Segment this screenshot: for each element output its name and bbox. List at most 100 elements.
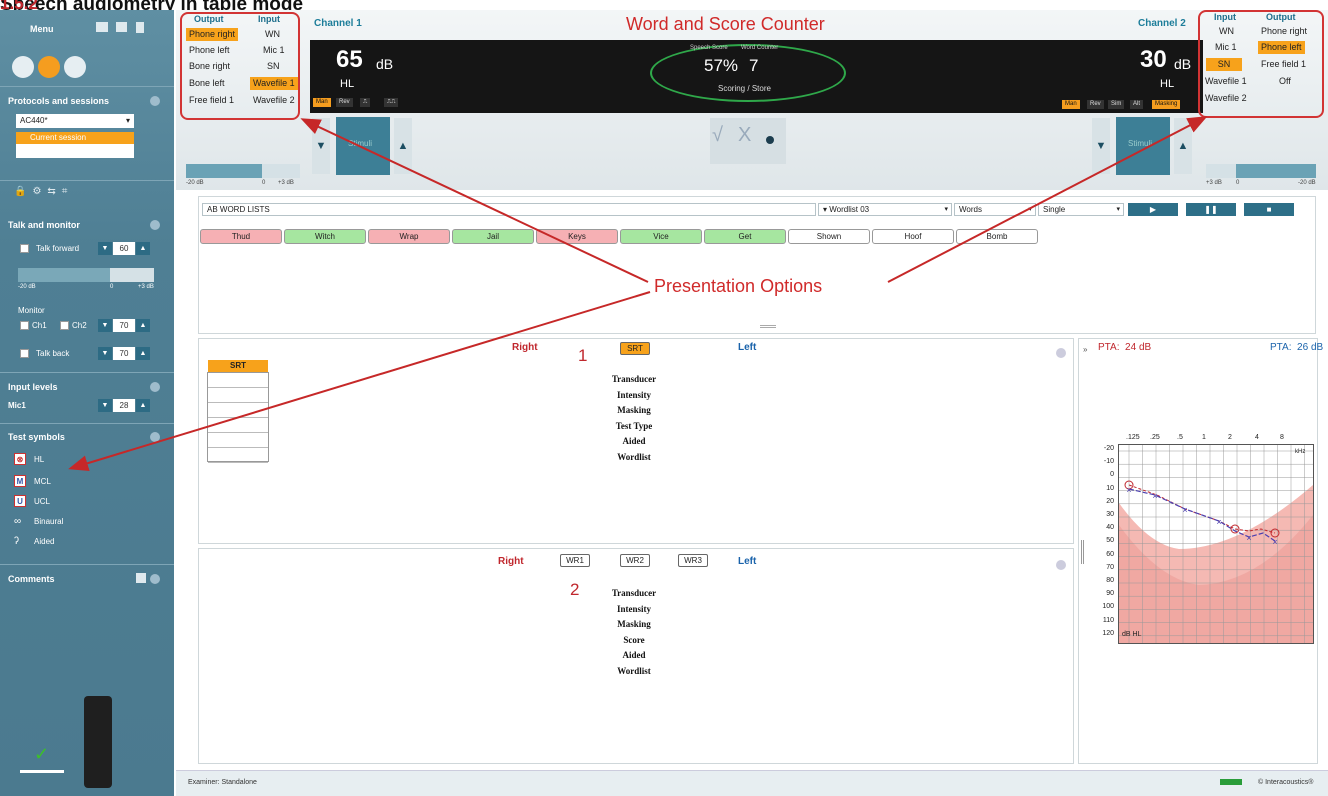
ch1-rev-button[interactable]: Rev [336,98,353,107]
symbol-binaural[interactable]: ∞ Binaural [14,514,63,528]
word-button[interactable]: Get [704,229,786,244]
word-button[interactable]: Keys [536,229,618,244]
scoring-store: Scoring / Store [718,84,771,93]
talk-back-stepper[interactable]: ▼ 70 ▲ [98,347,150,360]
talk-back-checkbox[interactable] [20,349,29,358]
mic-value[interactable]: 28 [113,399,135,412]
ch1-level-up-button[interactable]: ▲ [394,118,412,174]
exit-icon[interactable] [136,22,144,33]
word-button[interactable]: Hoof [872,229,954,244]
record-icon[interactable] [766,136,774,144]
correct-icon[interactable]: √ [712,124,723,147]
wr1-tab[interactable]: WR1 [560,554,590,567]
collapse-icon[interactable] [150,382,160,392]
level-label: 40 [1106,524,1114,532]
collapse-icon[interactable] [150,96,160,106]
play-button[interactable]: ▶ [1128,203,1178,216]
ch2-stimulus-button[interactable]: Stimuli [1116,117,1170,175]
ch2-masking-button[interactable]: Masking [1152,100,1181,109]
ch1-checkbox[interactable] [20,321,29,330]
ch1-man-button[interactable]: Man [313,98,331,107]
word-button[interactable]: Vice [620,229,702,244]
tone-audiometry-icon[interactable] [12,56,34,78]
collapse-icon[interactable] [150,574,160,584]
print-icon[interactable] [96,22,108,32]
plus20db-icon[interactable] [64,56,86,78]
incorrect-icon[interactable]: X [738,124,751,147]
ch1-pulse-button[interactable]: ⎍ [360,98,371,107]
wr2-tab[interactable]: WR2 [620,554,650,567]
ch2-man-button[interactable]: Man [1062,100,1080,109]
row-label: Transducer [611,588,657,598]
srt-grid[interactable] [207,372,269,463]
word-button[interactable]: Thud [200,229,282,244]
ch2-sim-button[interactable]: Sim [1108,100,1125,109]
symbol-ucl[interactable]: U UCL [14,494,50,508]
checkmark-icon: ✓ [34,744,50,764]
counter-annotation: Word and Score Counter [626,14,825,34]
ch2-rev-button[interactable]: Rev [1087,100,1104,109]
talk-back-value[interactable]: 70 [113,347,135,360]
comment-icon[interactable] [136,573,146,583]
presentation-select[interactable]: Single ▾ [1038,203,1124,216]
ch1-multipulse-button[interactable]: ⎍⎍ [384,98,399,107]
mode-select[interactable]: Words ▾ [954,203,1036,216]
list-select[interactable]: AB WORD LISTS [202,203,816,216]
talk-forward-stepper[interactable]: ▼ 60 ▲ [98,242,150,255]
ch2-level-down-button[interactable]: ▼ [1092,118,1110,174]
symbol-binaural-label: Binaural [34,516,64,526]
pta-right: PTA: 24 dB [1098,342,1152,353]
menu-label[interactable]: Menu [30,24,54,34]
monitor-value[interactable]: 70 [113,319,135,332]
mic-stepper[interactable]: ▼ 28 ▲ [98,399,150,412]
speech-audiometry-icon[interactable] [38,56,60,78]
expand-icon[interactable]: » [1083,345,1087,354]
word-button[interactable]: Jail [452,229,534,244]
wordlist-select[interactable]: ▾ Wordlist 03 ▾ [818,203,952,216]
pta-left: PTA: 26 dB [1270,342,1324,353]
wr3-tab[interactable]: WR3 [678,554,708,567]
talk-forward-checkbox[interactable] [20,244,29,253]
stop-button[interactable]: ■ [1244,203,1294,216]
frequency-label: 4 [1255,434,1259,441]
collapse-icon[interactable] [150,432,160,442]
protocol-select[interactable]: AC440* ▾ [16,114,134,128]
splitter-handle[interactable] [1081,540,1084,564]
resize-handle[interactable] [760,325,776,328]
symbol-hl[interactable]: ⊗ HL [14,452,44,466]
word-button[interactable]: Wrap [368,229,450,244]
mode-value: Words [959,205,982,214]
ch2-level-up-button[interactable]: ▲ [1174,118,1192,174]
chevron-down-icon: ▾ [944,206,948,213]
pause-button[interactable]: ❚❚ [1186,203,1236,216]
talk-slider[interactable] [18,268,154,282]
word-button[interactable]: Shown [788,229,870,244]
talk-forward-value[interactable]: 60 [113,242,135,255]
aided-icon: ʔ [14,535,19,547]
symbol-aided[interactable]: ʔ Aided [14,534,54,548]
audiogram[interactable]: × × × × × × kHz dB HL [1118,444,1314,644]
srt-tab[interactable]: SRT [620,342,650,355]
word-button[interactable]: Bomb [956,229,1038,244]
collapse-icon[interactable] [1056,560,1066,570]
presentation-value: Single [1043,205,1066,214]
ch2-alt-button[interactable]: Alt [1130,100,1144,109]
ch2-hl: HL [1160,78,1175,90]
collapse-icon[interactable] [150,220,160,230]
left-ear-marker: × [1152,491,1157,501]
current-session[interactable]: Current session [16,132,134,144]
divider [0,423,174,424]
symbol-mcl[interactable]: M MCL [14,474,51,488]
store-label[interactable]: Store [752,84,771,93]
table2-left-label: Left [738,556,757,567]
word-button[interactable]: Witch [284,229,366,244]
ch1-level-down-button[interactable]: ▼ [312,118,330,174]
connection-icon [20,770,64,773]
toolbar-icons[interactable]: 🔒⚙⇆⌗ [14,186,104,198]
collapse-icon[interactable] [1056,348,1066,358]
scoring-label[interactable]: Scoring [718,84,745,93]
ch1-stimulus-button[interactable]: Stimuli [336,117,390,175]
save-icon[interactable] [116,22,127,32]
monitor-stepper[interactable]: ▼ 70 ▲ [98,319,150,332]
ch2-checkbox[interactable] [60,321,69,330]
